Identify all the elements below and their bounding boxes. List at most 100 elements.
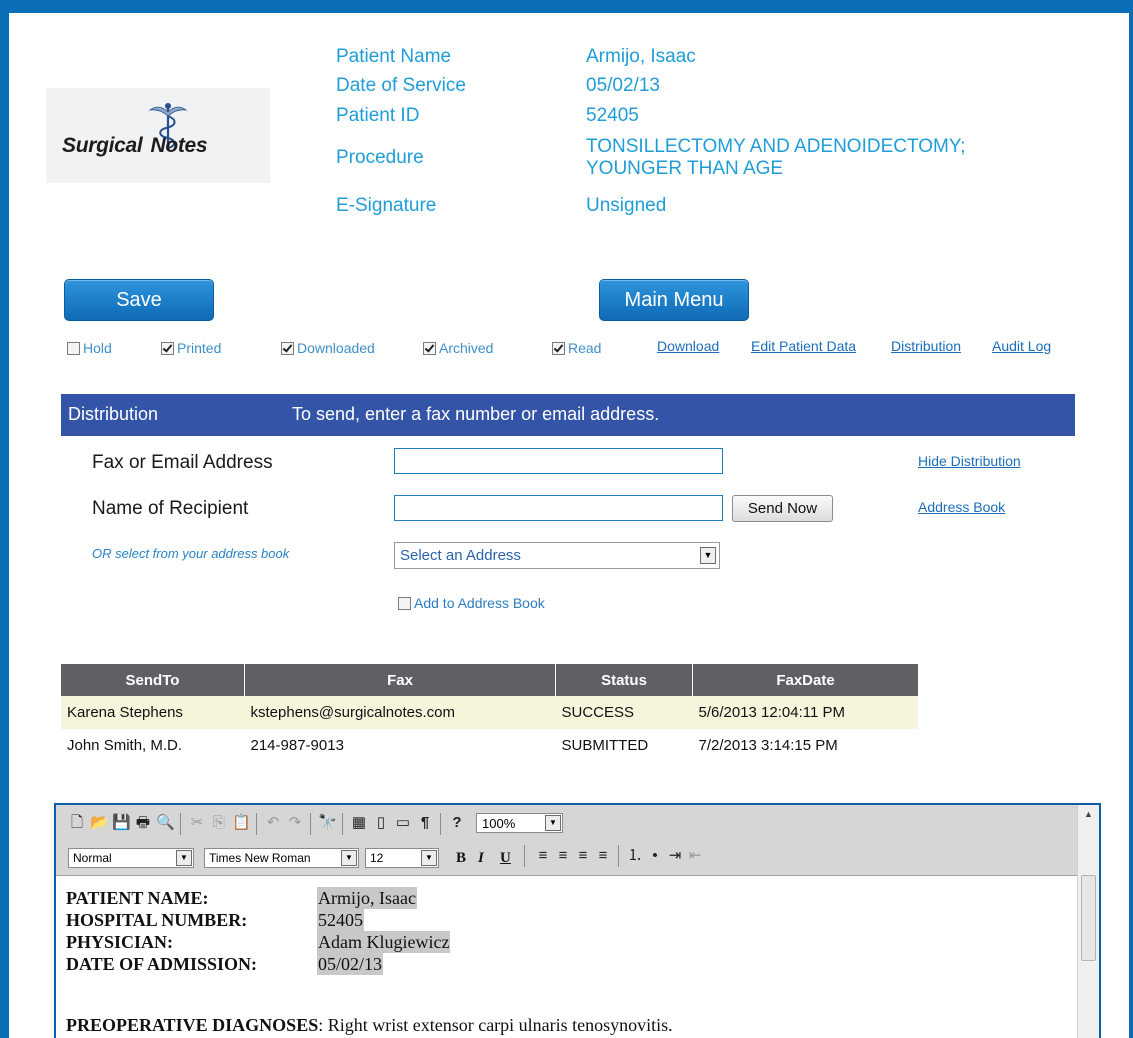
cut-icon[interactable]: ✂ [188, 814, 206, 832]
indent-icon[interactable]: ⇥ [666, 847, 684, 865]
chevron-down-icon[interactable]: ▼ [176, 850, 192, 866]
column-header-fax[interactable]: Fax [244, 664, 556, 696]
paragraph-marks-icon[interactable]: ¶ [416, 814, 434, 832]
read-label: Read [568, 340, 602, 356]
read-checkbox-box[interactable] [552, 341, 565, 355]
save-disk-icon[interactable]: 💾 [112, 814, 131, 832]
download-link[interactable]: Download [657, 338, 719, 354]
scrollbar-thumb[interactable] [1081, 875, 1096, 961]
address-select[interactable]: Select an Address ▼ [394, 542, 720, 569]
bulleted-list-icon[interactable]: • [646, 847, 664, 865]
distribution-link[interactable]: Distribution [891, 338, 961, 354]
save-button[interactable]: Save [64, 279, 214, 321]
outdent-icon[interactable]: ⇤ [686, 847, 704, 865]
column-header-sendto[interactable]: SendTo [61, 664, 245, 696]
spellcheck-icon[interactable]: ▦ [350, 814, 368, 832]
print-icon[interactable]: 🖶 [134, 814, 152, 832]
align-left-icon[interactable]: ≡ [534, 847, 552, 865]
patient-name-label: Patient Name [336, 46, 452, 67]
font-size-value: 12 [370, 851, 384, 865]
e-signature-value: Unsigned [586, 195, 667, 216]
fax-history-table: SendTo Fax Status FaxDate Karena Stephen… [61, 664, 918, 762]
bold-button[interactable]: B [456, 850, 466, 867]
hold-checkbox-box[interactable] [67, 341, 80, 355]
date-of-service-value: 05/02/13 [586, 75, 660, 96]
e-signature-label: E-Signature [336, 195, 437, 216]
underline-button[interactable]: U [500, 850, 511, 867]
audit-log-link[interactable]: Audit Log [992, 338, 1051, 354]
column-header-faxdate[interactable]: FaxDate [692, 664, 918, 696]
downloaded-label: Downloaded [297, 340, 375, 356]
font-family-select[interactable]: Times New Roman ▼ [204, 848, 359, 868]
scroll-up-arrow-icon[interactable]: ▲ [1084, 809, 1093, 819]
paste-icon[interactable]: 📋 [232, 814, 251, 832]
doc-field-key: PATIENT NAME: [66, 888, 209, 908]
hide-distribution-link[interactable]: Hide Distribution [918, 453, 1021, 469]
main-menu-button[interactable]: Main Menu [599, 279, 749, 321]
read-checkbox[interactable]: Read [552, 340, 601, 356]
zoom-select[interactable]: 100% ▼ [476, 813, 563, 833]
patient-id-label: Patient ID [336, 105, 420, 126]
procedure-label: Procedure [336, 147, 424, 168]
recipient-name-label: Name of Recipient [92, 498, 249, 519]
numbered-list-icon[interactable]: ⒈ [626, 847, 644, 865]
new-document-icon[interactable]: 🗋 [68, 814, 86, 832]
printed-checkbox[interactable]: Printed [161, 340, 221, 356]
italic-button[interactable]: I [478, 850, 484, 867]
archived-checkbox-box[interactable] [423, 341, 436, 355]
doc-field-key: PHYSICIAN: [66, 932, 174, 952]
downloaded-checkbox[interactable]: Downloaded [281, 340, 375, 356]
find-binoculars-icon[interactable]: 🔭 [318, 814, 337, 832]
print-preview-icon[interactable]: 🔍 [156, 814, 175, 832]
archived-checkbox[interactable]: Archived [423, 340, 493, 356]
fax-email-input[interactable] [394, 448, 723, 474]
page-icon[interactable]: ▯ [372, 814, 390, 832]
chevron-down-icon[interactable]: ▼ [421, 850, 437, 866]
address-select-value: Select an Address [400, 547, 521, 564]
column-header-status[interactable]: Status [555, 664, 693, 696]
hold-checkbox[interactable]: Hold [67, 340, 112, 356]
editor-toolbar-format: Normal ▼ Times New Roman ▼ 12 ▼ B I U ≡ … [56, 839, 1077, 876]
editor-scrollbar[interactable]: ▲ [1077, 805, 1099, 1038]
chevron-down-icon[interactable]: ▼ [700, 547, 716, 564]
zoom-value: 100% [482, 816, 516, 831]
redo-icon[interactable]: ↷ [286, 814, 304, 832]
recipient-name-input[interactable] [394, 495, 723, 521]
preoperative-diagnoses-paragraph: PREOPERATIVE DIAGNOSES: Right wrist exte… [66, 1014, 673, 1036]
add-to-book-box[interactable] [398, 596, 411, 610]
cell-fax: kstephens@surgicalnotes.com [244, 696, 556, 729]
open-folder-icon[interactable]: 📂 [90, 814, 109, 832]
doc-field-value: Armijo, Isaac [317, 887, 417, 909]
copy-icon[interactable]: ⎘ [210, 814, 228, 832]
align-right-icon[interactable]: ≡ [574, 847, 592, 865]
patient-id-value: 52405 [586, 105, 639, 126]
align-center-icon[interactable]: ≡ [554, 847, 572, 865]
logo-text-surgical: Surgical [62, 134, 143, 157]
document-body[interactable]: PATIENT NAME: Armijo, Isaac HOSPITAL NUM… [66, 887, 1071, 1035]
send-now-button[interactable]: Send Now [732, 495, 833, 522]
chevron-down-icon[interactable]: ▼ [341, 850, 357, 866]
paragraph-style-select[interactable]: Normal ▼ [68, 848, 194, 868]
cell-status: SUCCESS [555, 696, 693, 729]
downloaded-checkbox-box[interactable] [281, 341, 294, 355]
cell-faxdate: 7/2/2013 3:14:15 PM [692, 729, 918, 762]
rich-text-editor[interactable]: 🗋 📂 💾 🖶 🔍 ✂ ⎘ 📋 ↶ ↷ 🔭 ▦ ▯ ▭ ¶ ? 100% ▼ N… [54, 803, 1101, 1038]
address-book-link[interactable]: Address Book [918, 499, 1005, 515]
doc-field-row: DATE OF ADMISSION: 05/02/13 [66, 953, 1071, 975]
window-frame-left [0, 0, 9, 1038]
distribution-header: Distribution To send, enter a fax number… [61, 394, 1075, 436]
page-break-icon[interactable]: ▭ [394, 814, 412, 832]
printed-checkbox-box[interactable] [161, 341, 174, 355]
font-size-select[interactable]: 12 ▼ [365, 848, 439, 868]
printed-label: Printed [177, 340, 222, 356]
add-to-address-book-checkbox[interactable]: Add to Address Book [398, 595, 545, 611]
edit-patient-data-link[interactable]: Edit Patient Data [751, 338, 856, 354]
preop-heading: PREOPERATIVE DIAGNOSES [66, 1015, 319, 1035]
cell-sendto: John Smith, M.D. [61, 729, 245, 762]
align-justify-icon[interactable]: ≡ [594, 847, 612, 865]
doc-field-value: 52405 [317, 909, 364, 931]
help-icon[interactable]: ? [448, 814, 466, 832]
distribution-instruction: To send, enter a fax number or email add… [292, 404, 660, 424]
chevron-down-icon[interactable]: ▼ [545, 815, 561, 831]
undo-icon[interactable]: ↶ [264, 814, 282, 832]
